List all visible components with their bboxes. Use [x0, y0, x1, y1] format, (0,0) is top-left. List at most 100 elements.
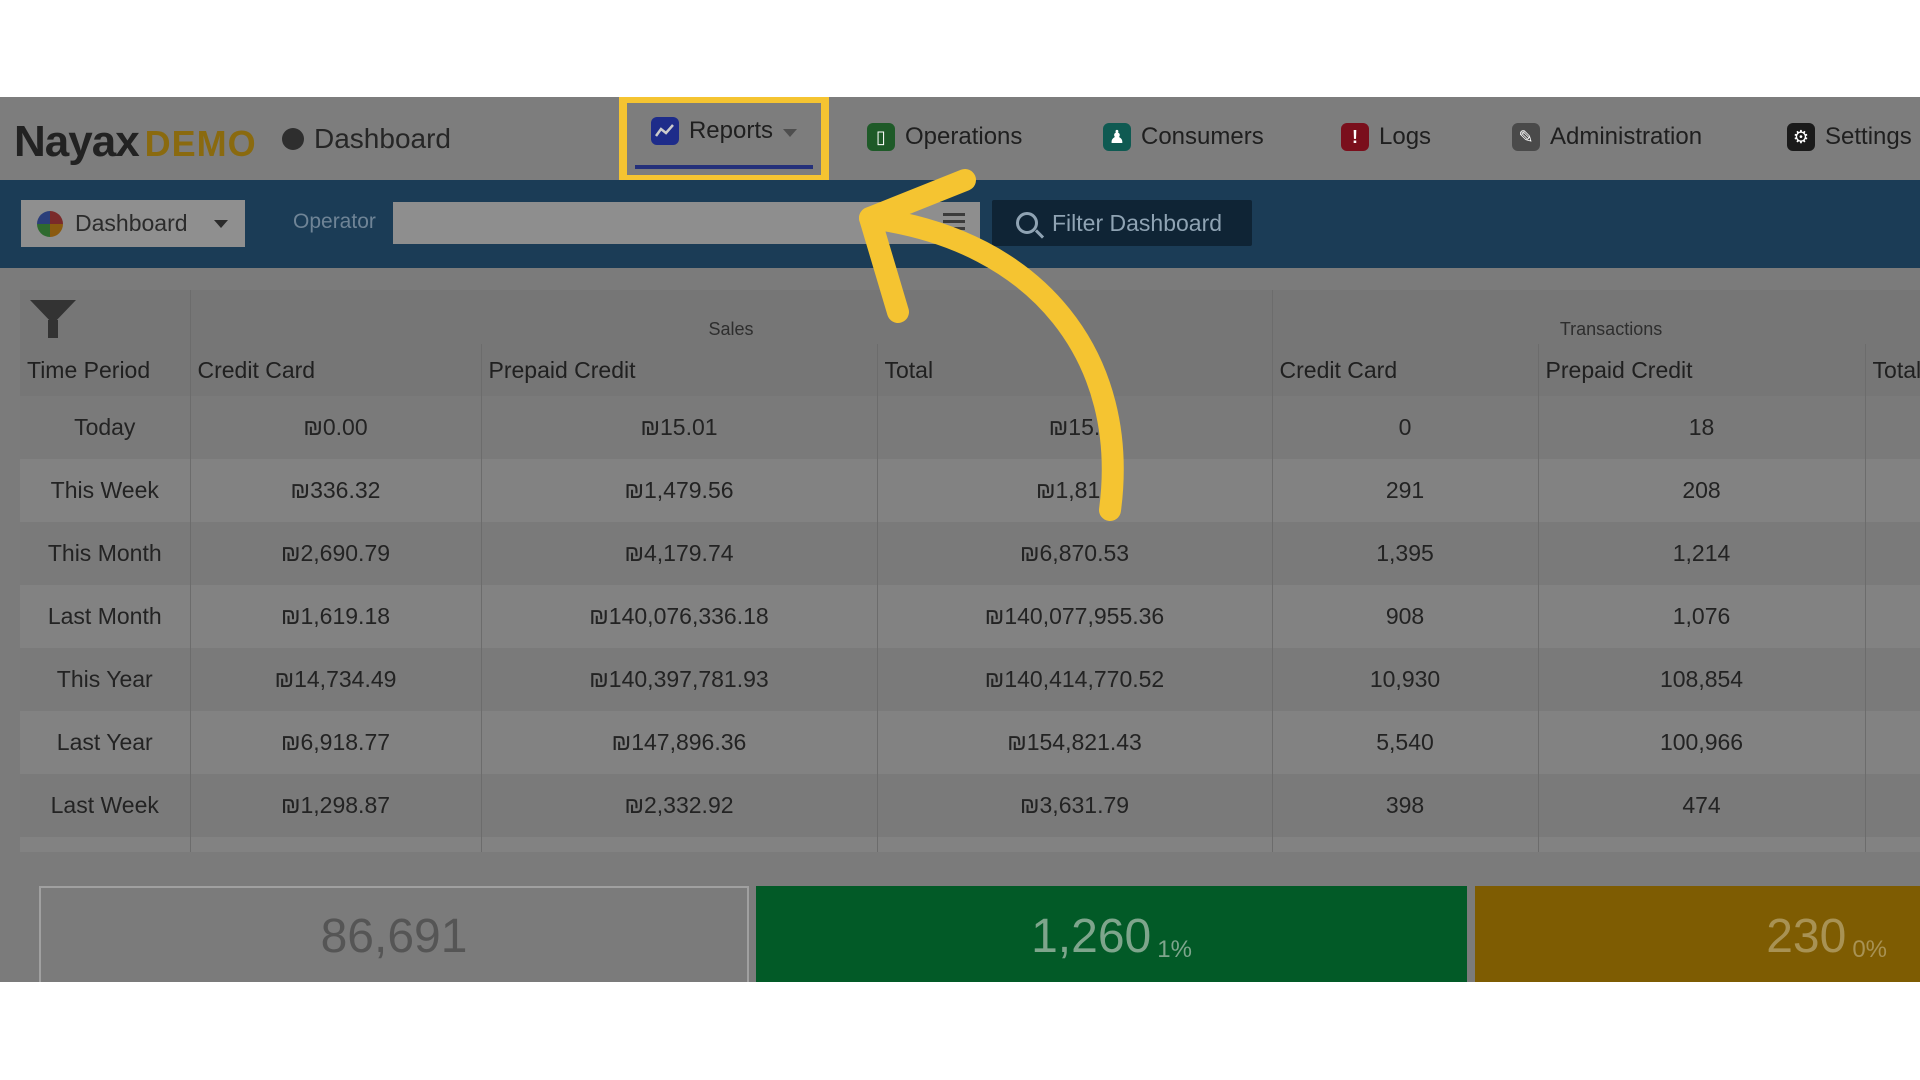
column-header[interactable]: Total	[1865, 344, 1920, 396]
table-row[interactable]: This Month ₪2,690.79 ₪4,179.74 ₪6,870.53 1,3…	[20, 522, 1920, 585]
top-navigation: Nayax DEMO Dashboard Reports ▯ Operation…	[0, 97, 1920, 183]
settings-gear-icon: ⚙	[1787, 123, 1815, 151]
value-cell: 208	[1538, 459, 1866, 522]
logs-alert-icon: !	[1341, 123, 1369, 151]
column-header[interactable]: Prepaid Credit	[481, 344, 878, 396]
table-row[interactable]: Yesterday₪43.00₪10.20₪53.204311	[20, 837, 1920, 852]
value-cell	[1865, 396, 1920, 459]
value-cell	[1865, 774, 1920, 837]
table-row[interactable]: Last Month ₪1,619.18 ₪140,076,336.18 ₪140,0…	[20, 585, 1920, 648]
value-cell: 1,214	[1538, 522, 1866, 585]
table-row[interactable]: Last Week ₪1,298.87 ₪2,332.92 ₪3,631.79 398 4…	[20, 774, 1920, 837]
value-cell: 0	[1272, 396, 1539, 459]
value-cell: ₪154,821.43	[877, 711, 1273, 774]
nav-tab-logs-label: Logs	[1379, 123, 1432, 150]
pie-chart-icon	[37, 210, 63, 237]
value-cell: 100,966	[1538, 711, 1866, 774]
value-cell: ₪10.20	[481, 837, 878, 852]
nav-tab-consumers[interactable]: ♟ Consumers	[1103, 117, 1264, 157]
filter-bar: Dashboard Operator Filter Dashboard	[0, 180, 1920, 268]
funnel-filter-icon[interactable]	[30, 298, 76, 344]
value-cell: ₪3,631.79	[877, 774, 1273, 837]
breadcrumb-label: Dashboard	[314, 123, 451, 154]
nav-tab-reports[interactable]: Reports	[619, 97, 829, 183]
value-cell: 474	[1538, 774, 1866, 837]
time-period-cell: Last Week	[20, 774, 191, 837]
table-row[interactable]: This Week ₪336.32 ₪1,479.56 ₪1,815 291 208	[20, 459, 1920, 522]
value-cell	[1865, 585, 1920, 648]
value-cell	[1865, 522, 1920, 585]
value-cell: ₪15.	[877, 396, 1273, 459]
consumers-icon: ♟	[1103, 123, 1131, 151]
time-period-cell: Today	[20, 396, 191, 459]
table-row[interactable]: Last Year ₪6,918.77 ₪147,896.36 ₪154,821.43…	[20, 711, 1920, 774]
value-cell: ₪140,397,781.93	[481, 648, 878, 711]
value-cell	[1865, 648, 1920, 711]
value-cell	[1865, 711, 1920, 774]
tile-total[interactable]: 86,691	[39, 886, 749, 982]
nav-tab-operations[interactable]: ▯ Operations	[867, 117, 1022, 157]
nav-tab-settings[interactable]: ⚙ Settings	[1787, 117, 1912, 157]
column-header[interactable]: Total	[877, 344, 1273, 396]
nav-tab-administration[interactable]: ✎ Administration	[1512, 117, 1702, 157]
tile-yellow-percent: 0%	[1852, 936, 1887, 963]
value-cell: ₪1,815	[877, 459, 1273, 522]
logo-demo-text: DEMO	[144, 123, 257, 164]
logo-main-text: Nayax	[14, 117, 140, 166]
active-tab-underline	[635, 165, 813, 169]
filter-cell[interactable]	[20, 290, 191, 344]
list-icon[interactable]	[943, 213, 965, 231]
dashboard-select-label: Dashboard	[75, 210, 188, 236]
value-cell: 908	[1272, 585, 1539, 648]
value-cell: 43	[1272, 837, 1539, 852]
operator-input[interactable]	[393, 202, 980, 244]
table-column-header: Time Period Credit Card Prepaid Credit Tota…	[20, 344, 1920, 396]
dashboard-dot-icon	[282, 128, 304, 150]
value-cell	[1865, 459, 1920, 522]
value-cell: ₪140,076,336.18	[481, 585, 878, 648]
value-cell: 11	[1538, 837, 1866, 852]
value-cell: ₪6,918.77	[190, 711, 482, 774]
column-header[interactable]: Credit Card	[190, 344, 482, 396]
column-header[interactable]: Prepaid Credit	[1538, 344, 1866, 396]
group-transactions: Transactions	[1272, 290, 1920, 344]
administration-icon: ✎	[1512, 123, 1540, 151]
dashboard-select[interactable]: Dashboard	[21, 200, 245, 247]
search-icon	[1016, 212, 1038, 234]
tile-yellow[interactable]: 230 0%	[1475, 886, 1920, 982]
app-window: Nayax DEMO Dashboard Reports ▯ Operation…	[0, 97, 1920, 982]
value-cell: ₪1,479.56	[481, 459, 878, 522]
nav-tab-logs[interactable]: ! Logs	[1341, 117, 1431, 157]
time-period-cell: Last Year	[20, 711, 191, 774]
value-cell: ₪1,619.18	[190, 585, 482, 648]
time-period-cell: This Year	[20, 648, 191, 711]
tile-total-value: 86,691	[320, 909, 468, 963]
value-cell: ₪1,298.87	[190, 774, 482, 837]
nayax-logo[interactable]: Nayax DEMO	[14, 117, 257, 166]
value-cell: 1,076	[1538, 585, 1866, 648]
value-cell: 108,854	[1538, 648, 1866, 711]
tile-green[interactable]: 1,260 1%	[756, 886, 1467, 982]
value-cell	[1865, 837, 1920, 852]
table-row[interactable]: This Year ₪14,734.49 ₪140,397,781.93 ₪140,4…	[20, 648, 1920, 711]
group-sales: Sales	[190, 290, 1273, 344]
nav-tab-consumers-label: Consumers	[1141, 123, 1264, 150]
time-period-cell: This Week	[20, 459, 191, 522]
column-header[interactable]: Credit Card	[1272, 344, 1539, 396]
tile-green-value: 1,260	[1031, 909, 1152, 963]
column-header[interactable]: Time Period	[20, 344, 191, 396]
filter-dashboard-button[interactable]: Filter Dashboard	[992, 200, 1252, 246]
value-cell: ₪147,896.36	[481, 711, 878, 774]
value-cell: ₪53.20	[877, 837, 1273, 852]
nav-tab-settings-label: Settings	[1825, 123, 1912, 150]
breadcrumb-dashboard[interactable]: Dashboard	[282, 123, 451, 155]
table-row[interactable]: Today ₪0.00 ₪15.01 ₪15. 0 18	[20, 396, 1920, 459]
chevron-down-icon	[213, 219, 228, 228]
value-cell: 10,930	[1272, 648, 1539, 711]
value-cell: ₪14,734.49	[190, 648, 482, 711]
nav-tab-administration-label: Administration	[1550, 123, 1703, 150]
chevron-down-icon	[783, 129, 798, 137]
operations-icon: ▯	[867, 123, 895, 151]
value-cell: ₪336.32	[190, 459, 482, 522]
nav-tab-reports-label: Reports	[688, 117, 774, 144]
